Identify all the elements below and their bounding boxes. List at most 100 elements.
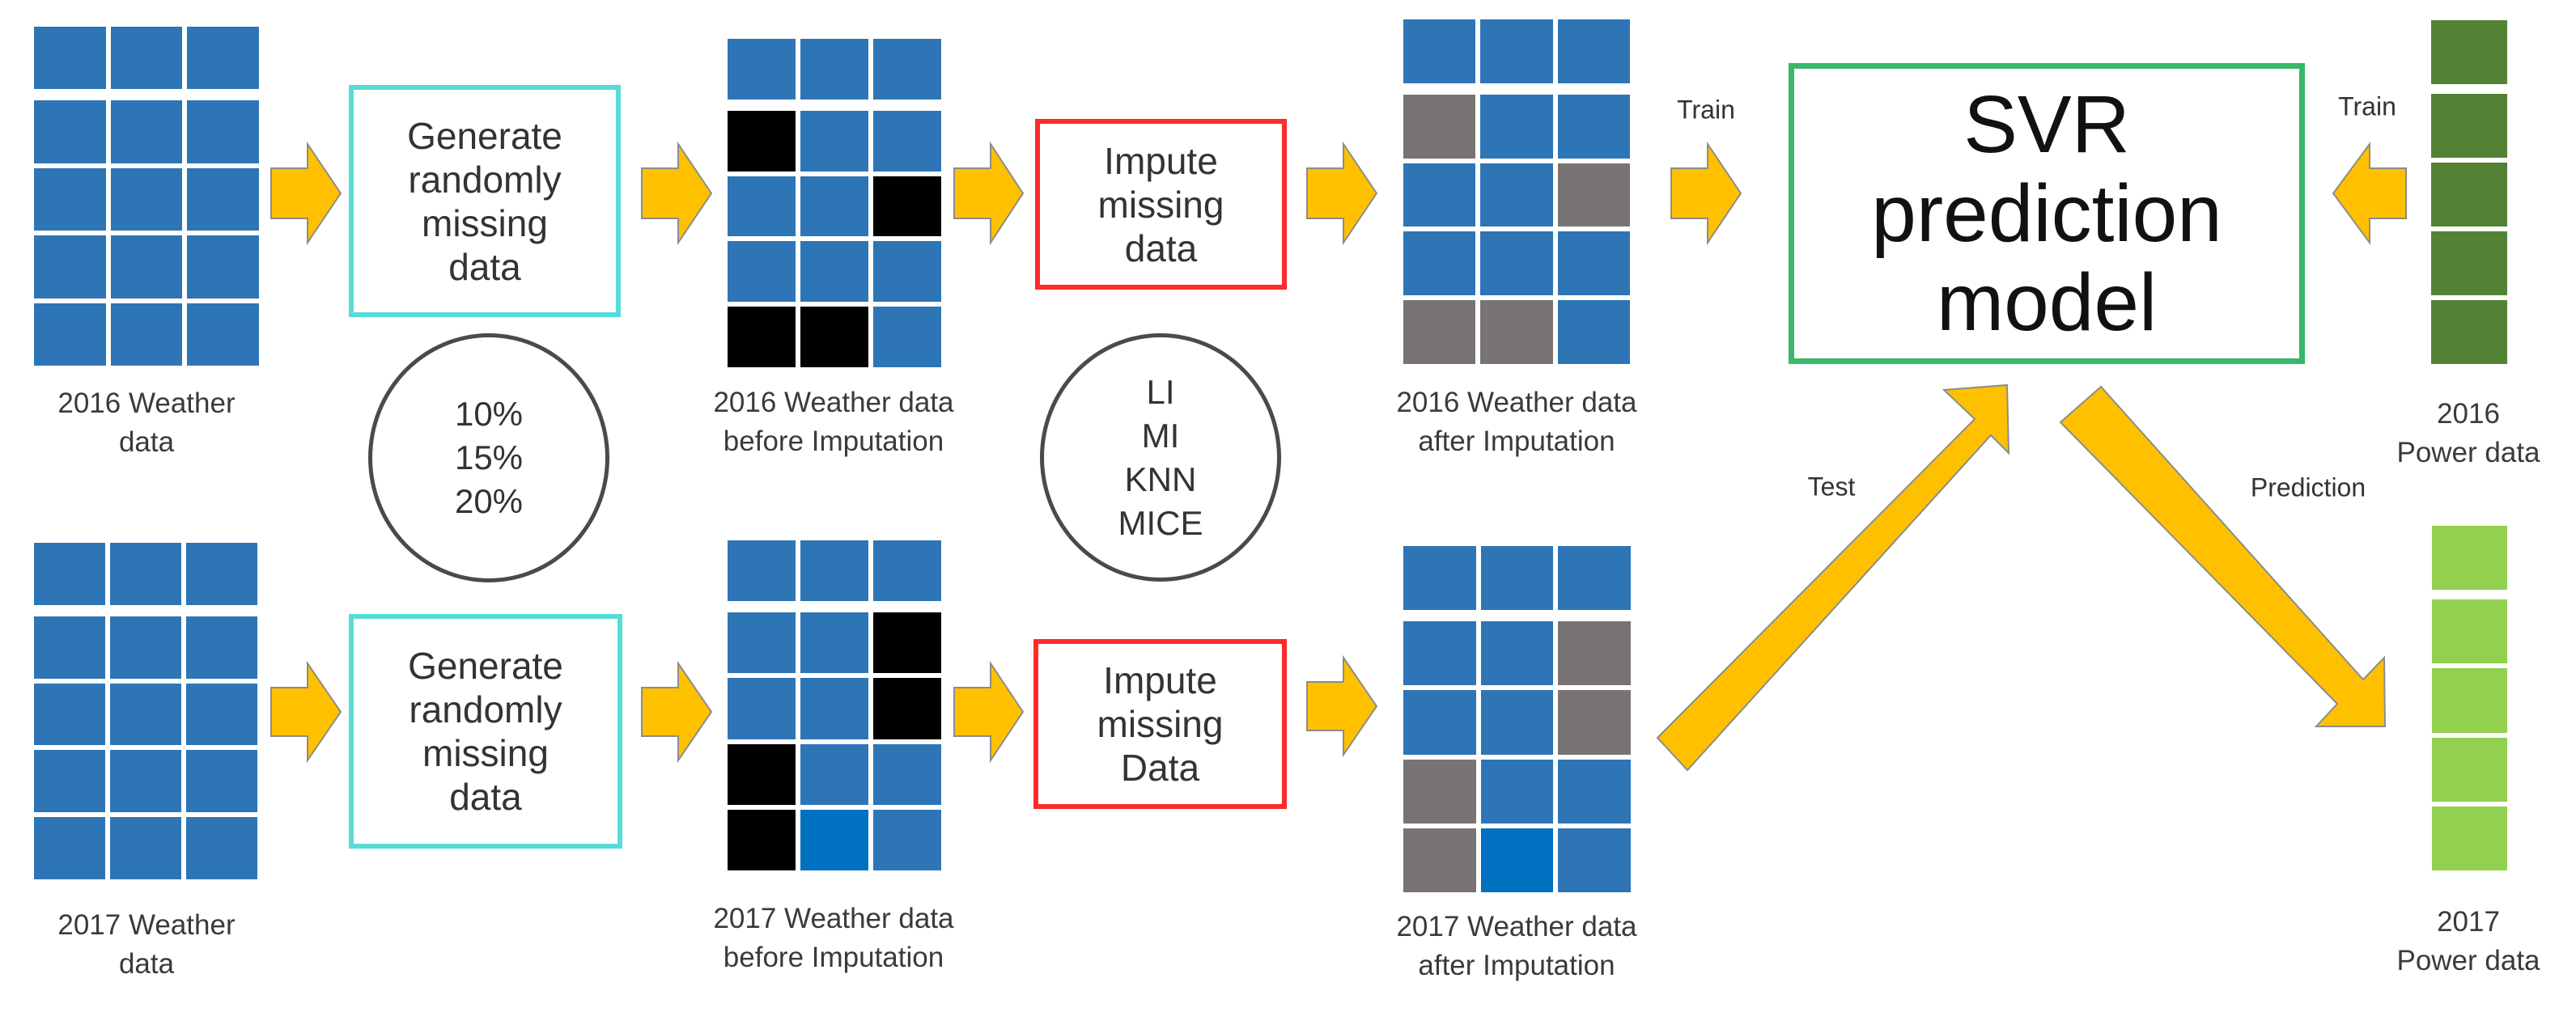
power-cell	[2431, 231, 2507, 295]
grid-row	[728, 110, 941, 171]
power-cell	[2431, 300, 2507, 364]
caption-line: 2017 Weather	[57, 909, 236, 941]
observed-cell	[1558, 828, 1632, 893]
grid-row	[34, 100, 260, 163]
observed-cell	[1403, 231, 1476, 296]
grid-row	[34, 27, 260, 90]
power-cell	[2431, 163, 2507, 227]
imputed-cell	[1558, 621, 1632, 686]
weather-2017-caption: 2017 Weather data	[0, 906, 293, 984]
box-text-line: Generate	[408, 645, 563, 687]
missing-cell	[873, 176, 941, 237]
observed-cell	[800, 809, 868, 871]
imputation-methods-ellipse: LI MI KNN MICE	[1040, 333, 1281, 582]
missing-cell	[728, 809, 796, 871]
grid-row	[34, 616, 257, 679]
imputed-cell	[1403, 300, 1476, 364]
observed-cell	[34, 750, 105, 813]
power-2016-column	[2431, 20, 2507, 364]
caption-line: 2016 Weather data	[1396, 387, 1637, 418]
observed-cell	[800, 110, 868, 171]
observed-cell	[1480, 231, 1553, 296]
power-cell	[2432, 737, 2507, 802]
svr-prediction-model-box: SVR prediction model	[1789, 63, 2305, 364]
missing-cell	[728, 743, 796, 805]
observed-cell	[800, 743, 868, 805]
observed-cell	[800, 176, 868, 237]
power-cell	[2431, 20, 2507, 84]
missing-cell	[800, 307, 868, 367]
grid-row	[1403, 94, 1630, 159]
observed-cell	[1558, 759, 1632, 824]
arrow-right-icon	[270, 141, 342, 246]
box-text-line: randomly	[409, 688, 562, 730]
impute-missing-2016-box: Impute missing data	[1035, 119, 1287, 290]
observed-cell	[34, 235, 106, 299]
weather-2017-before-imputation-grid	[728, 540, 941, 871]
arrow-right-icon	[1306, 141, 1378, 246]
observed-cell	[187, 27, 260, 90]
imputation-method: LI	[1146, 372, 1175, 411]
power-cell	[2432, 668, 2507, 733]
after-2016-caption: 2016 Weather data after Imputation	[1355, 383, 1678, 461]
box-text-line: Impute	[1104, 139, 1218, 182]
box-text-line: missing	[422, 201, 548, 244]
train-power-arrow-icon	[2332, 141, 2407, 246]
missing-cell	[728, 110, 796, 171]
observed-cell	[186, 683, 257, 746]
observed-cell	[728, 612, 796, 674]
grid-row	[34, 303, 260, 366]
power-cell	[2432, 599, 2507, 664]
imputed-cell	[1403, 759, 1476, 824]
observed-cell	[187, 167, 260, 231]
observed-cell	[728, 176, 796, 237]
observed-cell	[1480, 828, 1554, 893]
observed-cell	[34, 616, 105, 679]
observed-cell	[34, 543, 105, 605]
observed-cell	[187, 235, 260, 299]
power-2016-caption: 2016 Power data	[2363, 395, 2574, 472]
caption-line: data	[118, 948, 175, 980]
impute-missing-2017-box: Impute missing Data	[1033, 639, 1287, 809]
observed-cell	[110, 235, 183, 299]
grid-row	[1403, 231, 1630, 296]
imputation-method: MICE	[1118, 503, 1203, 542]
grid-row	[728, 39, 941, 100]
box-text-line: data	[1124, 227, 1198, 269]
observed-cell	[110, 616, 181, 679]
grid-row	[34, 817, 257, 879]
arrow-right-icon	[270, 660, 342, 764]
box-text-line: missing	[422, 732, 549, 774]
imputed-cell	[1403, 94, 1476, 159]
grid-row	[728, 241, 941, 303]
grid-row	[728, 612, 941, 674]
power-2017-column	[2432, 526, 2507, 871]
power-2017-caption: 2017 Power data	[2363, 903, 2574, 980]
observed-cell	[187, 303, 260, 366]
imputed-cell	[1480, 300, 1553, 364]
caption-line: 2016	[2437, 398, 2500, 430]
grid-row	[1403, 300, 1630, 364]
box-text-line: missing	[1097, 183, 1224, 226]
observed-cell	[34, 683, 105, 746]
observed-cell	[34, 167, 106, 231]
arrow-right-icon	[953, 660, 1025, 764]
caption-line: Power data	[2396, 945, 2540, 976]
caption-line: 2017 Weather data	[713, 903, 954, 934]
observed-cell	[1558, 546, 1632, 611]
observed-cell	[728, 39, 796, 100]
caption-line: 2017	[2437, 906, 2500, 938]
box-text-line: randomly	[408, 158, 562, 201]
observed-cell	[1557, 300, 1630, 364]
test-arrow-icon	[1656, 383, 2010, 772]
box-text-line: Data	[1120, 747, 1200, 789]
train-arrow-icon	[1670, 141, 1742, 246]
observed-cell	[1480, 621, 1554, 686]
observed-cell	[34, 303, 106, 366]
observed-cell	[1557, 94, 1630, 159]
missing-rate: 15%	[454, 438, 524, 476]
observed-cell	[110, 303, 183, 366]
observed-cell	[1557, 231, 1630, 296]
observed-cell	[1403, 546, 1476, 611]
observed-cell	[1557, 19, 1630, 83]
